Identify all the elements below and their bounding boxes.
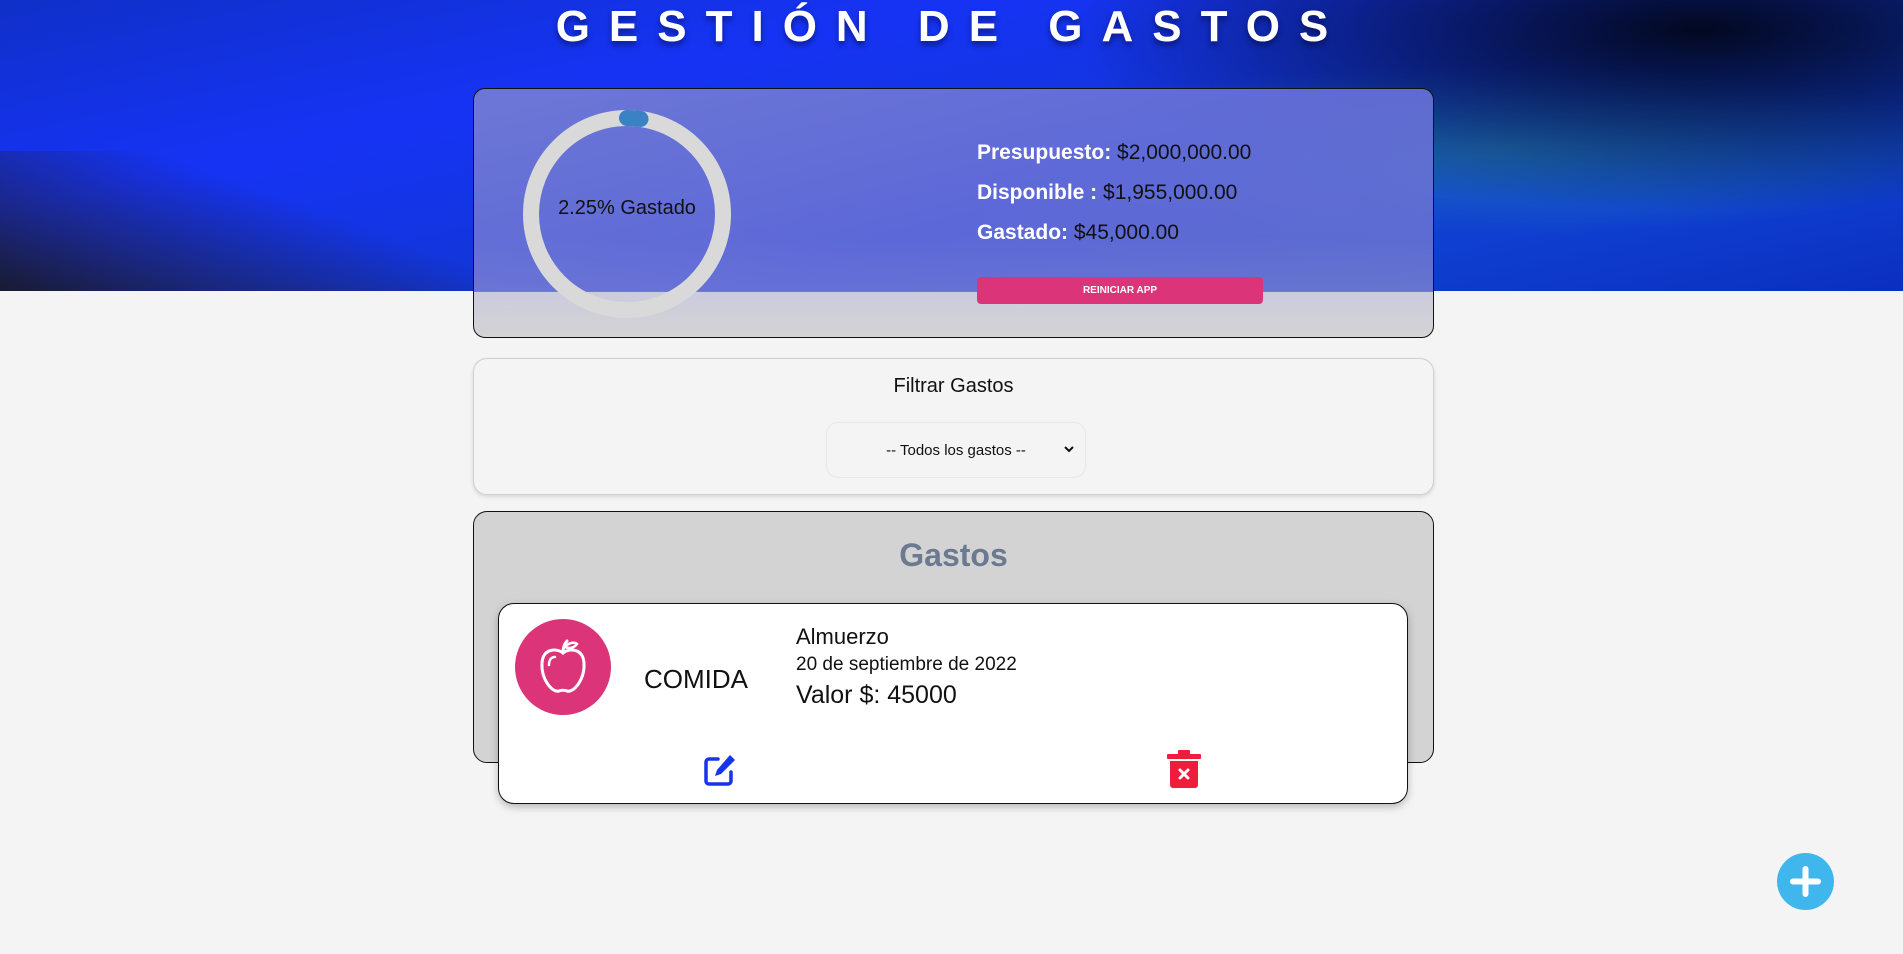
expense-name: Almuerzo	[796, 624, 889, 649]
expense-category: COMIDA	[644, 664, 748, 694]
edit-icon[interactable]	[702, 752, 738, 788]
chevron-down-icon	[1063, 443, 1075, 457]
add-expense-button[interactable]	[1777, 853, 1834, 910]
expenses-title: Gastos	[899, 537, 1008, 573]
budget-card: 2.25% Gastado Presupuesto: $2,000,000.00…	[473, 88, 1434, 338]
spent-value: $45,000.00	[1073, 221, 1179, 244]
budget-label: Presupuesto:	[977, 141, 1112, 164]
reset-app-button[interactable]: REINICIAR APP	[977, 277, 1263, 304]
budget-progress-arc	[619, 110, 649, 127]
trash-icon[interactable]	[1166, 749, 1202, 789]
filter-selected-value: -- Todos los gastos --	[886, 441, 1026, 459]
category-filter-select[interactable]: -- Todos los gastos --	[826, 422, 1086, 478]
percent-spent-label: 2.25% Gastado	[558, 197, 696, 219]
budget-value: $2,000,000.00	[1117, 141, 1252, 164]
expense-item[interactable]: COMIDA Almuerzo 20 de septiembre de 2022…	[498, 603, 1408, 804]
plus-icon	[1790, 866, 1821, 897]
apple-icon	[515, 619, 611, 715]
budget-row: Presupuesto: $2,000,000.00	[977, 141, 1277, 165]
page-title: GESTIÓN DE GASTOS	[555, 2, 1348, 51]
available-row: Disponible : $1,955,000.00	[977, 181, 1277, 205]
spent-label: Gastado:	[977, 221, 1069, 244]
expense-value: Valor $: 45000	[796, 681, 957, 709]
available-label: Disponible :	[977, 181, 1098, 204]
expense-date: 20 de septiembre de 2022	[796, 654, 1017, 675]
filter-card: Filtrar Gastos -- Todos los gastos --	[473, 358, 1434, 495]
filter-title: Filtrar Gastos	[893, 375, 1014, 397]
spent-row: Gastado: $45,000.00	[977, 221, 1277, 245]
available-value: $1,955,000.00	[1103, 181, 1238, 204]
budget-stats: Presupuesto: $2,000,000.00 Disponible : …	[977, 141, 1277, 261]
